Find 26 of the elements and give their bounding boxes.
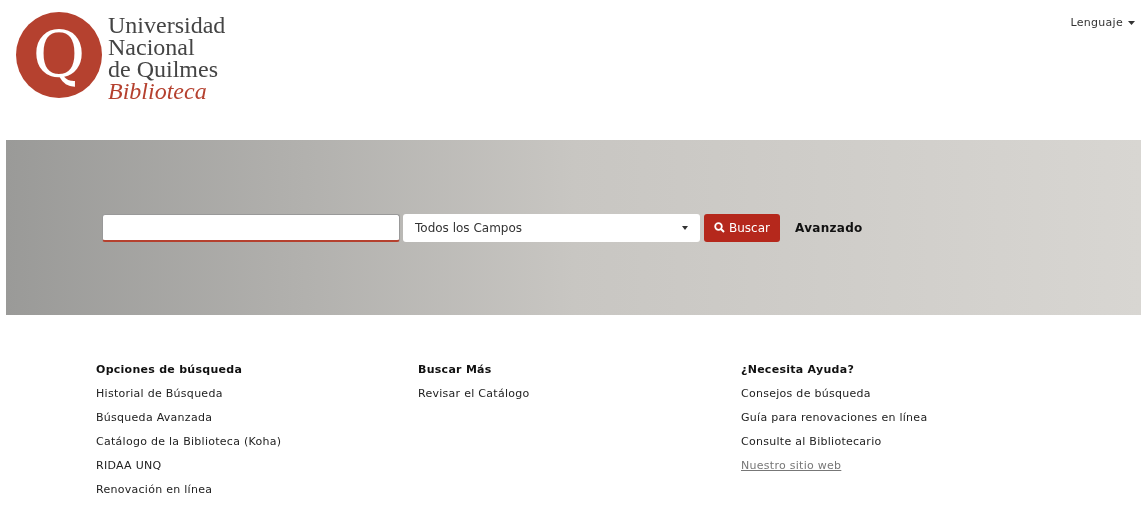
caret-icon — [1128, 21, 1135, 25]
logo-text: Nacional — [108, 36, 196, 58]
footer-link[interactable]: Catálogo de la Biblioteca (Koha) — [96, 434, 282, 458]
column-heading: ¿Necesita Ayuda? — [741, 362, 855, 378]
logo-text: Universidad — [108, 14, 226, 36]
language-menu[interactable]: Lenguaje — [1070, 12, 1135, 34]
footer-link[interactable]: Consejos de búsqueda — [741, 386, 871, 410]
field-select[interactable]: Todos los Campos — [403, 213, 700, 242]
footer-link[interactable]: Nuestro sitio web — [741, 458, 842, 482]
search-icon — [714, 222, 725, 233]
footer-link[interactable]: Consulte al Bibliotecario — [741, 434, 882, 458]
advanced-search-link[interactable]: Avanzado — [795, 218, 863, 237]
search-button[interactable]: Buscar — [704, 213, 780, 242]
footer-link[interactable]: RIDAA UNQ — [96, 458, 162, 482]
footer-link[interactable]: Guía para renovaciones en línea — [741, 410, 928, 434]
logo-emblem: Q — [16, 12, 102, 98]
logo-text: de Quilmes — [108, 58, 219, 80]
footer-link[interactable]: Revisar el Catálogo — [418, 386, 530, 410]
search-field[interactable] — [102, 213, 400, 242]
footer-link[interactable]: Historial de Búsqueda — [96, 386, 223, 410]
column-heading: Buscar Más — [418, 362, 492, 378]
caret-icon — [682, 225, 688, 230]
logo-subtitle: Biblioteca — [108, 80, 207, 102]
column-heading: Opciones de búsqueda — [96, 362, 243, 378]
footer-link[interactable]: Renovación en línea — [96, 482, 213, 506]
footer-link[interactable]: Búsqueda Avanzada — [96, 410, 213, 434]
